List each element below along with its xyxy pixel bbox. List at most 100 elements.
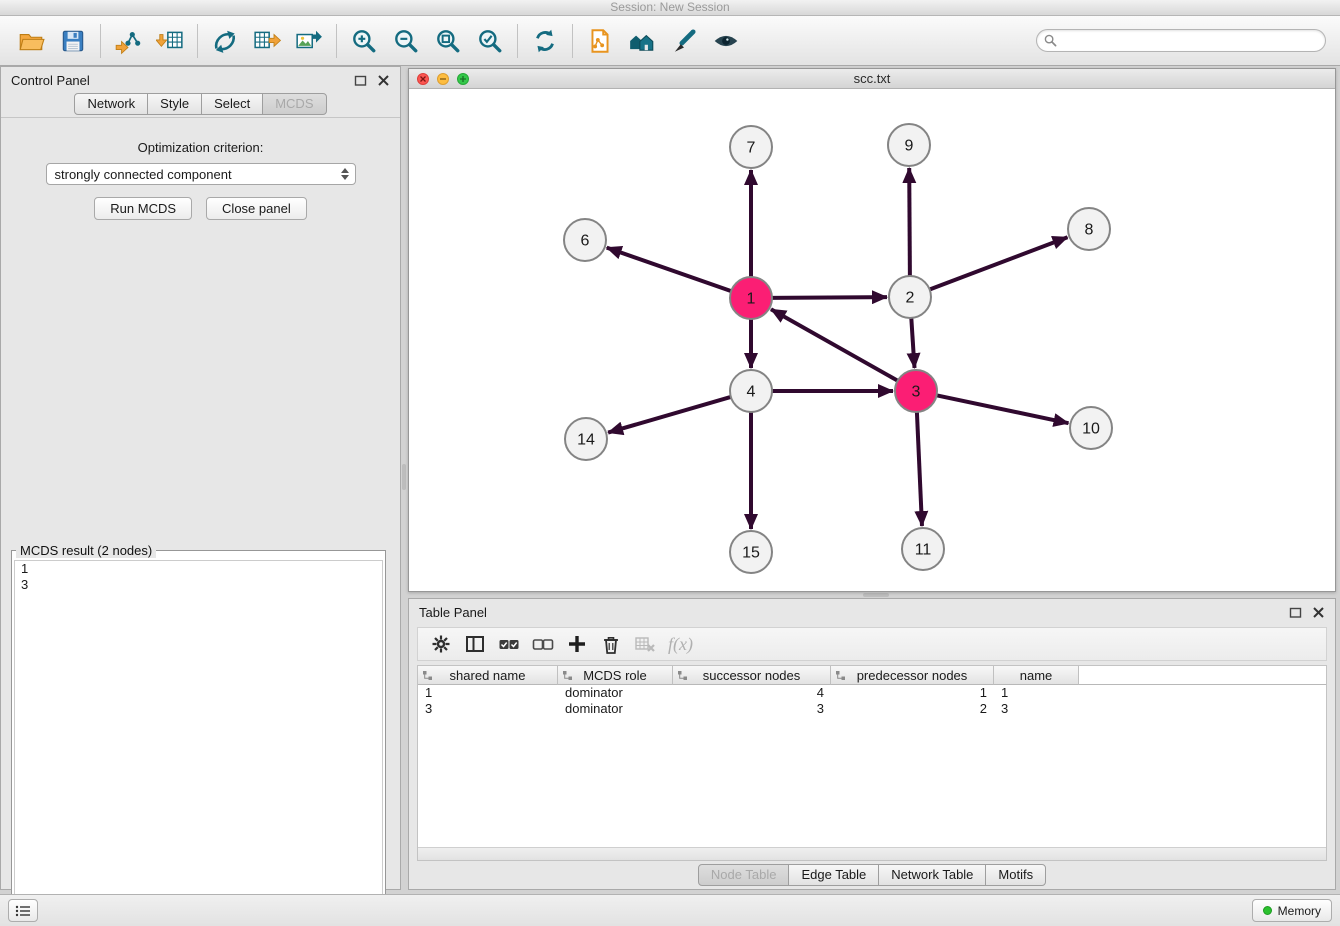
show-log-button[interactable] <box>8 899 38 922</box>
zoom-out-button[interactable] <box>385 21 427 61</box>
graph-edge-1-2[interactable] <box>772 297 887 298</box>
import-table-button[interactable] <box>149 21 191 61</box>
graph-edge-3-11[interactable] <box>917 412 922 526</box>
graph-node-4[interactable]: 4 <box>730 370 772 412</box>
graph-node-8[interactable]: 8 <box>1068 208 1110 250</box>
graph-node-1[interactable]: 1 <box>730 277 772 319</box>
export-table-icon <box>253 27 281 55</box>
cell-mcds-role[interactable]: dominator <box>558 685 673 701</box>
graph-node-10[interactable]: 10 <box>1070 407 1112 449</box>
apply-layout-button[interactable] <box>524 21 566 61</box>
show-details-button[interactable] <box>705 21 747 61</box>
criterion-dropdown[interactable]: strongly connected component <box>46 163 356 185</box>
graph-edge-2-9[interactable] <box>909 168 910 276</box>
network-window-titlebar[interactable]: scc.txt <box>409 69 1335 89</box>
cell-name[interactable]: 1 <box>994 685 1079 701</box>
svg-text:11: 11 <box>915 542 932 559</box>
zoom-fit-button[interactable] <box>427 21 469 61</box>
column-header-predecessor-nodes[interactable]: predecessor nodes <box>831 666 994 685</box>
close-panel-icon[interactable] <box>1312 606 1325 619</box>
deselect-all-button[interactable] <box>528 630 558 658</box>
cell-predecessor-nodes[interactable]: 1 <box>831 685 994 701</box>
mcds-result-title: MCDS result (2 nodes) <box>16 543 156 558</box>
network-graph[interactable]: 7 9 6 8 1 2 4 3 14 10 15 11 <box>409 89 1335 591</box>
zoom-selected-icon <box>476 27 504 55</box>
tab-mcds[interactable]: MCDS <box>262 93 326 115</box>
vertical-splitter[interactable] <box>401 66 408 890</box>
tab-node-table[interactable]: Node Table <box>698 864 790 886</box>
cell-predecessor-nodes[interactable]: 2 <box>831 701 994 717</box>
document-network-icon <box>586 27 614 55</box>
tab-network-table[interactable]: Network Table <box>878 864 986 886</box>
cell-shared-name[interactable]: 1 <box>418 685 558 701</box>
graph-node-7[interactable]: 7 <box>730 126 772 168</box>
panel-format-button[interactable] <box>460 630 490 658</box>
close-window-icon[interactable] <box>417 73 429 85</box>
float-panel-icon[interactable] <box>354 74 367 87</box>
cell-shared-name[interactable]: 3 <box>418 701 558 717</box>
float-panel-icon[interactable] <box>1289 606 1302 619</box>
cell-name[interactable]: 3 <box>994 701 1079 717</box>
control-panel: Control Panel Network Style Select MCDS … <box>0 66 401 890</box>
graph-node-2[interactable]: 2 <box>889 276 931 318</box>
zoom-in-icon <box>350 27 378 55</box>
mcds-result-list[interactable]: 1 3 <box>14 560 383 924</box>
graph-edge-4-14[interactable] <box>608 397 731 433</box>
table-horizontal-scrollbar[interactable] <box>418 847 1326 860</box>
graph-edge-2-8[interactable] <box>930 237 1068 289</box>
graph-node-6[interactable]: 6 <box>564 219 606 261</box>
function-builder-button[interactable]: f(x) <box>664 634 697 655</box>
memory-button[interactable]: Memory <box>1252 899 1332 922</box>
cell-successor-nodes[interactable]: 3 <box>673 701 831 717</box>
graph-node-15[interactable]: 15 <box>730 531 772 573</box>
graph-node-14[interactable]: 14 <box>565 418 607 460</box>
table-settings-button[interactable] <box>426 630 456 658</box>
cell-successor-nodes[interactable]: 4 <box>673 685 831 701</box>
open-session-button[interactable] <box>10 21 52 61</box>
first-neighbors-button[interactable] <box>579 21 621 61</box>
gear-icon <box>430 633 452 655</box>
graph-node-3[interactable]: 3 <box>895 370 937 412</box>
graph-edge-3-10[interactable] <box>937 395 1069 423</box>
graph-edge-3-1[interactable] <box>771 309 898 380</box>
save-session-button[interactable] <box>52 21 94 61</box>
column-header-shared-name[interactable]: shared name <box>418 666 558 685</box>
cell-mcds-role[interactable]: dominator <box>558 701 673 717</box>
export-table-button[interactable] <box>246 21 288 61</box>
graph-node-11[interactable]: 11 <box>902 528 944 570</box>
graph-node-9[interactable]: 9 <box>888 124 930 166</box>
search-input[interactable] <box>1036 29 1326 52</box>
tab-motifs[interactable]: Motifs <box>985 864 1046 886</box>
table-toolbar: f(x) <box>417 627 1327 661</box>
style-painter-button[interactable] <box>663 21 705 61</box>
select-all-button[interactable] <box>494 630 524 658</box>
tab-network[interactable]: Network <box>74 93 148 115</box>
tab-edge-table[interactable]: Edge Table <box>788 864 879 886</box>
table-row[interactable]: 3 dominator 3 2 3 <box>418 701 1326 717</box>
run-mcds-button[interactable]: Run MCDS <box>94 197 192 220</box>
delete-row-button[interactable] <box>596 630 626 658</box>
tab-style[interactable]: Style <box>147 93 202 115</box>
graph-edge-1-6[interactable] <box>607 248 732 292</box>
column-header-mcds-role[interactable]: MCDS role <box>558 666 673 685</box>
houses-icon <box>628 27 656 55</box>
import-network-button[interactable] <box>107 21 149 61</box>
import-network-icon <box>114 27 142 55</box>
maximize-window-icon[interactable] <box>457 73 469 85</box>
zoom-selected-button[interactable] <box>469 21 511 61</box>
network-canvas[interactable]: 7 9 6 8 1 2 4 3 14 10 15 11 <box>409 89 1335 591</box>
column-header-successor-nodes[interactable]: successor nodes <box>673 666 831 685</box>
table-row[interactable]: 1 dominator 4 1 1 <box>418 685 1326 701</box>
column-header-name[interactable]: name <box>994 666 1079 685</box>
network-overview-button[interactable] <box>621 21 663 61</box>
graph-edge-2-3[interactable] <box>911 318 914 368</box>
close-panel-button[interactable]: Close panel <box>206 197 307 220</box>
add-row-button[interactable] <box>562 630 592 658</box>
share-network-button[interactable] <box>204 21 246 61</box>
close-panel-icon[interactable] <box>377 74 390 87</box>
delete-table-button[interactable] <box>630 630 660 658</box>
export-image-button[interactable] <box>288 21 330 61</box>
zoom-in-button[interactable] <box>343 21 385 61</box>
tab-select[interactable]: Select <box>201 93 263 115</box>
minimize-window-icon[interactable] <box>437 73 449 85</box>
